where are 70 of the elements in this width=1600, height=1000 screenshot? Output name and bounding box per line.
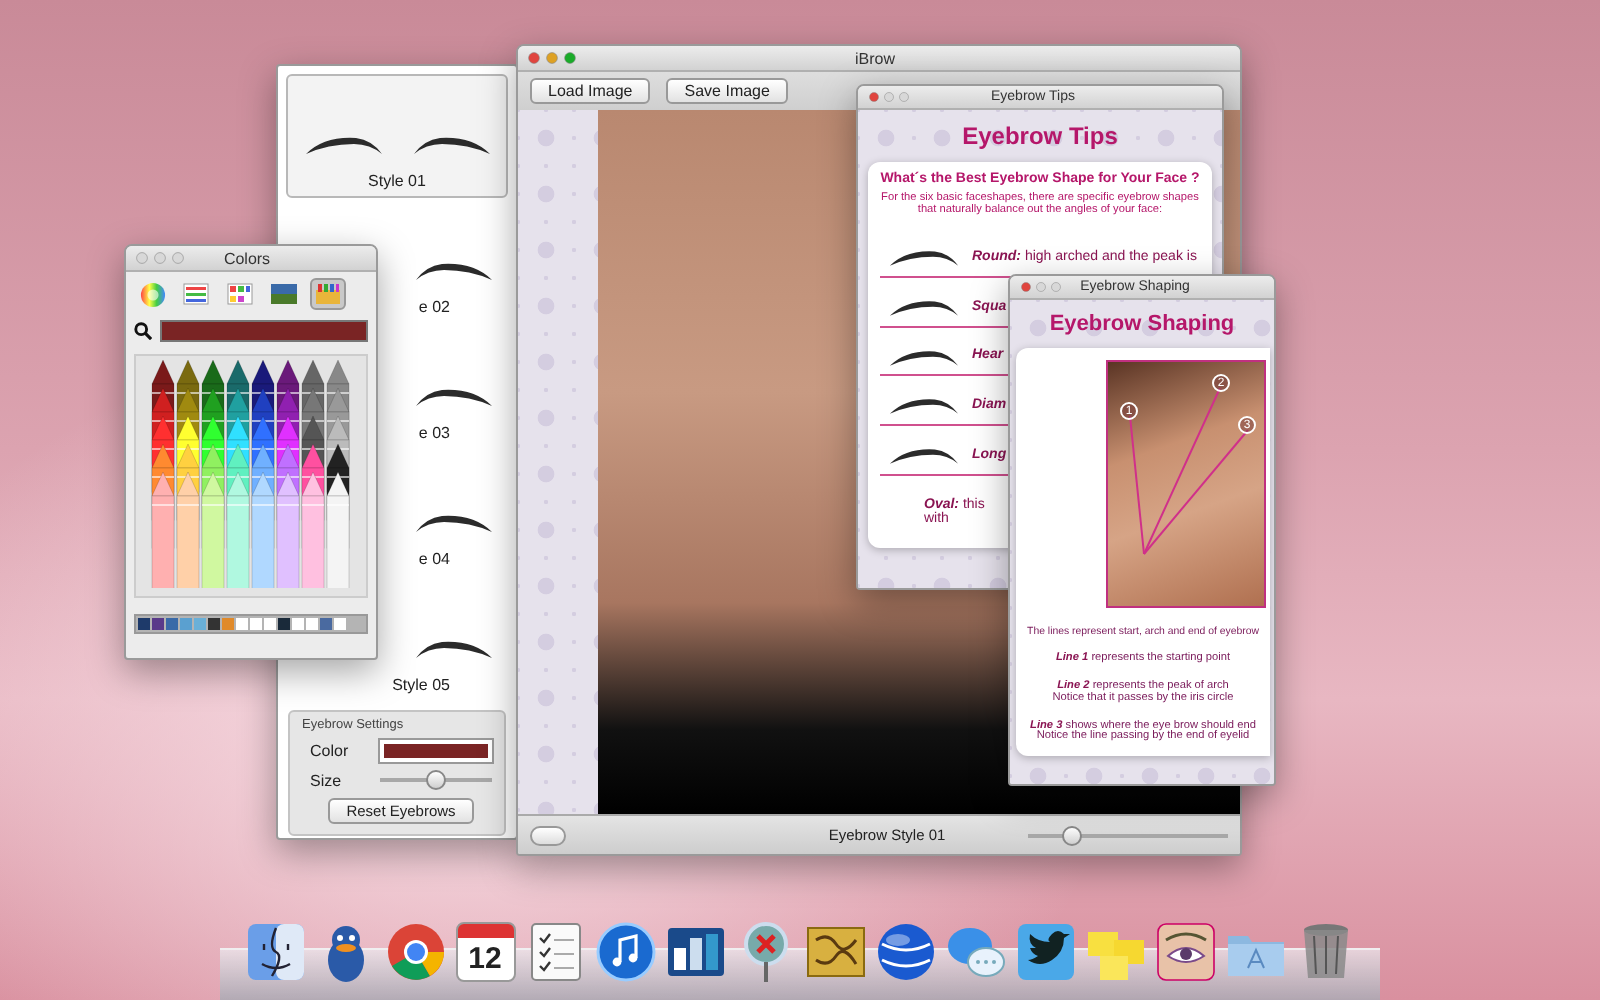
style-label: Style 01 (368, 172, 426, 190)
face-square-icon[interactable] (243, 920, 307, 984)
toolbar-button[interactable]: Load Image (530, 78, 651, 104)
eyebrow-drawing (414, 510, 494, 534)
toolbar-button[interactable]: Save Image (666, 78, 788, 104)
color-mode-tab[interactable] (310, 278, 346, 310)
window-buttons-icon[interactable] (866, 92, 912, 102)
eyebrow-drawing (414, 258, 494, 282)
current-color-field[interactable] (160, 320, 368, 342)
color-swatch[interactable] (306, 618, 318, 630)
eyebrow-drawing (411, 132, 491, 156)
eyebrow-drawing (888, 345, 960, 367)
color-swatch[interactable] (250, 618, 262, 630)
window-title: iBrow (852, 49, 897, 67)
color-swatch[interactable] (320, 618, 332, 630)
sidebar-toggle-button[interactable] (530, 825, 566, 845)
style-item[interactable]: Style 05 (386, 584, 508, 702)
color-label: Color (310, 742, 349, 760)
eyebrow-drawing (888, 394, 960, 417)
window-buttons-icon[interactable] (1018, 282, 1064, 292)
eyebrow-drawing (303, 132, 383, 156)
color-swatch[interactable] (334, 618, 346, 630)
style-item[interactable]: Style 01 (286, 74, 508, 198)
color-swatch[interactable] (292, 618, 304, 630)
style-item[interactable]: e 04 (386, 458, 508, 576)
bird-icon[interactable] (1013, 920, 1077, 984)
color-well[interactable] (380, 740, 492, 762)
landscape-image-icon (270, 282, 298, 306)
color-swatch[interactable] (208, 618, 220, 630)
color-swatch[interactable] (152, 618, 164, 630)
window-buttons-icon[interactable] (134, 252, 186, 264)
window-title: Colors (221, 249, 273, 267)
style-label: e 03 (418, 424, 450, 442)
color-swatch[interactable] (236, 618, 248, 630)
eyebrow-drawing (888, 444, 960, 466)
slider-thumb[interactable] (1062, 825, 1082, 845)
eyebrow-drawing (414, 384, 494, 408)
eye-icon[interactable] (1153, 920, 1217, 984)
color-mode-tab[interactable] (178, 278, 214, 310)
color-wheel-icon (139, 281, 165, 307)
tips-heading: Eyebrow Tips (962, 122, 1118, 150)
round-logo-icon[interactable] (383, 920, 447, 984)
music-note-icon[interactable] (593, 920, 657, 984)
globe-icon[interactable] (873, 920, 937, 984)
color-swatch[interactable] (138, 618, 150, 630)
style-item[interactable]: e 03 (386, 332, 508, 450)
calendar-icon[interactable]: 12 (455, 922, 515, 982)
shaping-heading: Eyebrow Shaping (1049, 312, 1235, 336)
eyebrow-drawing (888, 246, 960, 268)
color-swatch[interactable] (166, 618, 178, 630)
size-label: Size (310, 771, 342, 789)
style-label: e 04 (418, 550, 450, 568)
color-swatch[interactable] (278, 618, 290, 630)
color-swatch[interactable] (194, 618, 206, 630)
color-mode-tab[interactable] (266, 278, 302, 310)
style-label: e 02 (418, 298, 450, 316)
style-label: Style 05 (392, 676, 450, 694)
search-icon (134, 322, 152, 340)
color-swatch[interactable] (264, 618, 276, 630)
style-item[interactable]: e 02 (386, 206, 508, 324)
slider-thumb[interactable] (426, 770, 446, 790)
crayon-box-icon (314, 282, 342, 306)
color-mode-tab[interactable] (222, 278, 258, 310)
sliders-icon (182, 282, 210, 306)
color-swatch[interactable] (180, 618, 192, 630)
color-swatch[interactable] (222, 618, 234, 630)
window-buttons-icon[interactable] (526, 52, 578, 64)
palette-grid-icon (226, 282, 254, 306)
eyebrow-drawing (414, 636, 494, 660)
eyebrow-drawing (888, 295, 960, 318)
